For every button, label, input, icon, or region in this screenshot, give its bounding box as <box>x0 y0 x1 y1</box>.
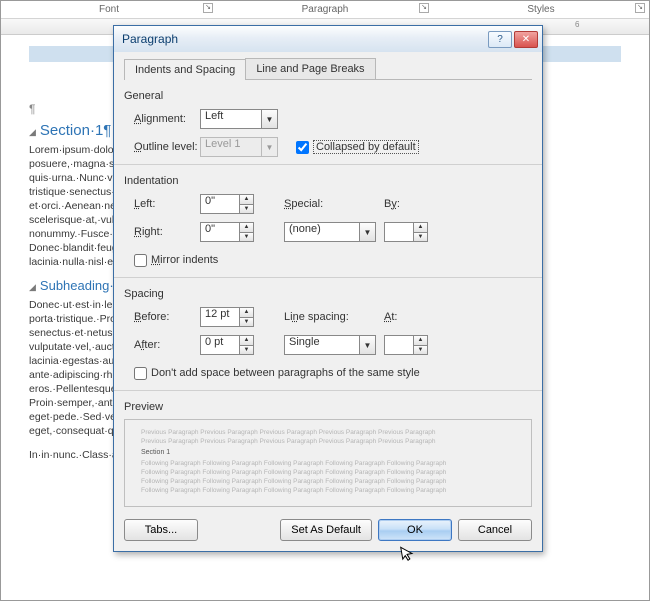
spin-down-icon[interactable]: ▼ <box>414 232 428 243</box>
indent-left-label: Left: <box>124 198 200 210</box>
mirror-indents-label: Mirror indents <box>151 254 218 266</box>
chevron-down-icon[interactable]: ▼ <box>360 335 376 355</box>
group-title-general: General <box>124 90 532 102</box>
collapse-triangle-icon[interactable]: ◢ <box>29 282 36 292</box>
tab-line-page-breaks[interactable]: Line and Page Breaks <box>245 58 375 79</box>
alignment-select[interactable]: Left ▼ <box>200 109 278 129</box>
after-label: After: <box>124 339 200 351</box>
chevron-down-icon[interactable]: ▼ <box>360 222 376 242</box>
ribbon-group-font: Font↘ <box>1 1 217 18</box>
chevron-down-icon[interactable]: ▼ <box>262 109 278 129</box>
spin-up-icon[interactable]: ▲ <box>240 194 254 204</box>
group-title-preview: Preview <box>124 401 532 413</box>
help-button[interactable]: ? <box>488 31 512 48</box>
no-space-same-style-label: Don't add space between paragraphs of th… <box>151 367 420 379</box>
collapsed-by-default-checkbox[interactable] <box>296 141 309 154</box>
tab-indents-spacing[interactable]: Indents and Spacing <box>124 59 246 80</box>
spin-down-icon[interactable]: ▼ <box>240 317 254 328</box>
ribbon-group-labels: Font↘ Paragraph↘ Styles↘ <box>1 1 649 19</box>
close-button[interactable]: ✕ <box>514 31 538 48</box>
indent-right-spinner[interactable]: 0" ▲▼ <box>200 222 254 242</box>
before-spinner[interactable]: 12 pt ▲▼ <box>200 307 254 327</box>
ribbon-group-paragraph: Paragraph↘ <box>217 1 433 18</box>
indent-right-label: Right: <box>124 226 200 238</box>
dialog-titlebar[interactable]: Paragraph ? ✕ <box>114 26 542 52</box>
before-label: Before: <box>124 311 200 323</box>
group-indentation: Indentation Left: 0" ▲▼ Special: By: Rig… <box>124 175 532 271</box>
group-title-spacing: Spacing <box>124 288 532 300</box>
spin-up-icon[interactable]: ▲ <box>414 335 428 345</box>
at-label: At: <box>384 311 397 323</box>
mirror-indents-checkbox[interactable] <box>134 254 147 267</box>
spin-up-icon[interactable]: ▲ <box>240 307 254 317</box>
tabs-button[interactable]: Tabs... <box>124 519 198 541</box>
ribbon-group-styles: Styles↘ <box>433 1 649 18</box>
paragraph-dialog: Paragraph ? ✕ Indents and Spacing Line a… <box>113 25 543 552</box>
preview-box: Previous Paragraph Previous Paragraph Pr… <box>124 419 532 507</box>
by-label: By: <box>384 198 400 210</box>
no-space-same-style-checkbox[interactable] <box>134 367 147 380</box>
after-spinner[interactable]: 0 pt ▲▼ <box>200 335 254 355</box>
ok-button[interactable]: OK <box>378 519 452 541</box>
special-select[interactable]: (none) ▼ <box>284 222 376 242</box>
indent-left-spinner[interactable]: 0" ▲▼ <box>200 194 254 214</box>
spin-up-icon[interactable]: ▲ <box>414 222 428 232</box>
spin-down-icon[interactable]: ▼ <box>414 345 428 356</box>
dialog-launcher-icon[interactable]: ↘ <box>635 3 645 13</box>
cancel-button[interactable]: Cancel <box>458 519 532 541</box>
set-as-default-button[interactable]: Set As Default <box>280 519 372 541</box>
group-spacing: Spacing Before: 12 pt ▲▼ Line spacing: A… <box>124 288 532 384</box>
group-preview: Preview Previous Paragraph Previous Para… <box>124 401 532 507</box>
spin-down-icon[interactable]: ▼ <box>240 232 254 243</box>
at-spinner[interactable]: ▲▼ <box>384 335 428 355</box>
line-spacing-select[interactable]: Single ▼ <box>284 335 376 355</box>
close-icon: ✕ <box>522 34 530 45</box>
line-spacing-label: Line spacing: <box>284 311 364 323</box>
group-title-indentation: Indentation <box>124 175 532 187</box>
dialog-launcher-icon[interactable]: ↘ <box>419 3 429 13</box>
by-spinner[interactable]: ▲▼ <box>384 222 428 242</box>
alignment-label: Alignment: <box>124 113 200 125</box>
outline-level-select: Level 1 ▼ <box>200 137 278 157</box>
collapse-triangle-icon[interactable]: ◢ <box>29 127 36 137</box>
dialog-title: Paragraph <box>122 32 178 46</box>
dialog-tabs: Indents and Spacing Line and Page Breaks <box>124 58 532 80</box>
dialog-launcher-icon[interactable]: ↘ <box>203 3 213 13</box>
preview-sample-text: Section 1 <box>141 448 515 457</box>
outline-level-label: Outline level: <box>124 141 200 153</box>
spin-down-icon[interactable]: ▼ <box>240 345 254 356</box>
spin-up-icon[interactable]: ▲ <box>240 335 254 345</box>
group-general: General Alignment: Left ▼ Outline level:… <box>124 90 532 158</box>
spin-up-icon[interactable]: ▲ <box>240 222 254 232</box>
dialog-button-row: Tabs... Set As Default OK Cancel <box>124 519 532 541</box>
collapsed-by-default-label: Collapsed by default <box>313 140 419 154</box>
special-label: Special: <box>284 198 364 210</box>
ruler-mark-6: 6 <box>575 20 579 29</box>
spin-down-icon[interactable]: ▼ <box>240 204 254 215</box>
help-icon: ? <box>497 34 503 45</box>
chevron-down-icon: ▼ <box>262 137 278 157</box>
